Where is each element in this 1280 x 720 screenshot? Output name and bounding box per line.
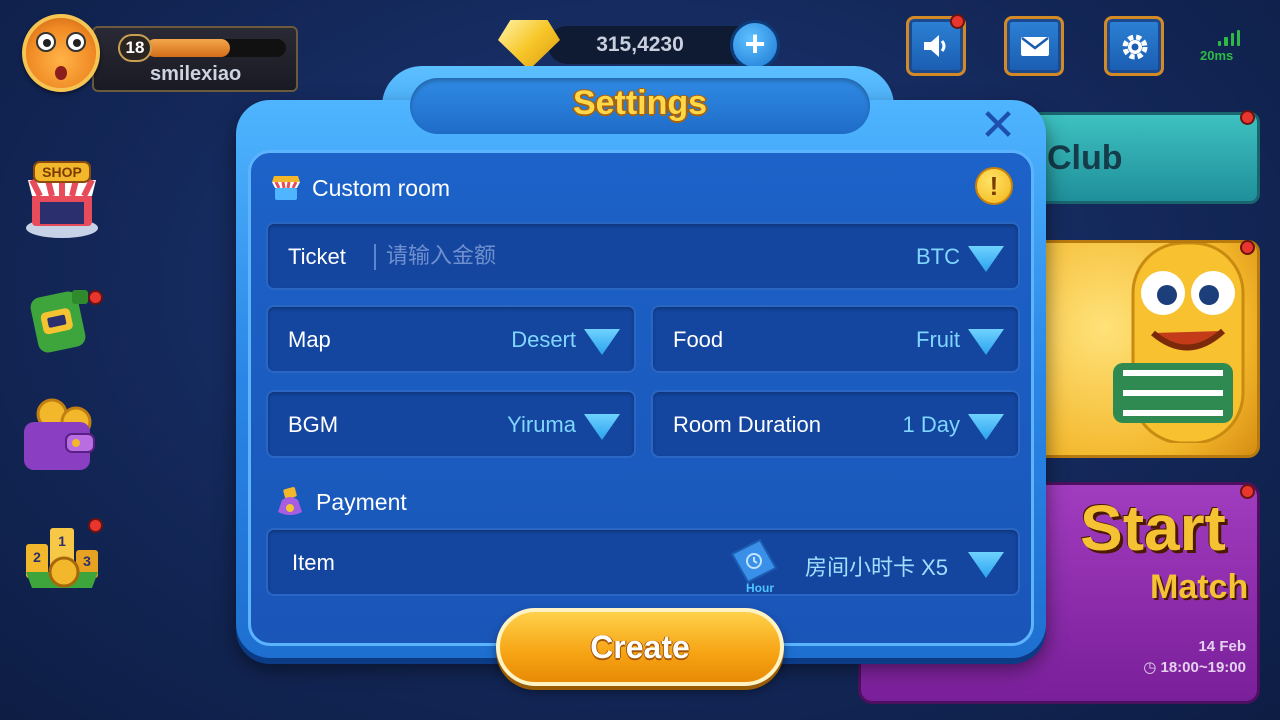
start-match-notification-dot: [1240, 484, 1255, 499]
mascot-icon: [1113, 243, 1245, 443]
chevron-down-icon[interactable]: [968, 246, 1004, 272]
map-value: Desert: [511, 327, 576, 352]
signal-bars-icon: [1218, 30, 1240, 46]
shop-sign-text: SHOP: [42, 164, 82, 180]
gem-icon: [498, 20, 560, 70]
chevron-down-icon[interactable]: [968, 414, 1004, 440]
exclamation-icon: !: [989, 171, 999, 201]
room-duration-value: 1 Day: [902, 412, 960, 437]
svg-text:2: 2: [33, 549, 41, 565]
speaker-icon: [924, 35, 946, 57]
payment-label: Payment: [316, 488, 407, 515]
shop-button[interactable]: SHOP: [22, 160, 102, 240]
shop-icon: SHOP: [26, 161, 98, 238]
bgm-row[interactable]: BGM Yiruma: [266, 390, 636, 458]
svg-text:1: 1: [58, 533, 66, 549]
wallet-icon: [24, 398, 95, 470]
start-match-title-line1: Start: [1080, 492, 1226, 564]
wallet-button[interactable]: [22, 396, 102, 476]
ticket-label: Ticket: [288, 244, 346, 269]
chevron-down-icon[interactable]: [968, 329, 1004, 355]
chevron-down-icon[interactable]: [584, 329, 620, 355]
settings-button[interactable]: [1104, 16, 1164, 76]
start-match-title-line2: Match: [1150, 568, 1249, 606]
food-value: Fruit: [916, 327, 960, 352]
avatar-eye-right: [66, 32, 86, 52]
close-button[interactable]: ✕: [978, 104, 1018, 148]
hour-ticket-icon: Hour: [730, 538, 778, 594]
avatar-mouth: [55, 66, 67, 80]
gem-amount: 315,4230: [596, 33, 684, 56]
item-row[interactable]: Item Hour 房间小时卡 X5: [266, 528, 1020, 596]
level-badge: 18: [118, 34, 152, 62]
chevron-down-icon[interactable]: [584, 414, 620, 440]
ticket-divider: [374, 244, 376, 270]
custom-room-heading: Custom room: [270, 172, 450, 204]
create-button[interactable]: Create: [496, 608, 784, 686]
club-notification-dot: [1240, 110, 1255, 125]
club-card-title: Club: [1047, 139, 1123, 177]
coin-bag-icon: [278, 487, 302, 515]
food-label: Food: [673, 327, 724, 352]
ticket-row: Ticket BTC: [266, 222, 1020, 290]
svg-text:3: 3: [83, 553, 91, 569]
sound-notification-dot: [950, 14, 965, 29]
start-match-time-value: 18:00~19:00: [1160, 659, 1247, 676]
avatar-eye-left: [36, 32, 56, 52]
room-duration-label: Room Duration: [673, 412, 821, 437]
player-avatar[interactable]: [22, 14, 100, 92]
item-label: Item: [292, 550, 335, 575]
gear-icon: [1122, 34, 1148, 60]
custom-room-label: Custom room: [312, 174, 451, 201]
ping-value: 20ms: [1200, 48, 1234, 63]
ticket-currency-value[interactable]: BTC: [916, 244, 960, 270]
bgm-value: Yiruma: [507, 412, 576, 437]
food-row[interactable]: Food Fruit: [651, 305, 1020, 373]
dialog-title: Settings: [572, 84, 708, 122]
add-gems-button[interactable]: +: [730, 20, 780, 70]
clock-icon: ◷: [1143, 659, 1157, 676]
item-value: 房间小时卡 X5: [804, 555, 948, 580]
room-duration-row[interactable]: Room Duration 1 Day: [651, 390, 1020, 458]
event-notification-dot: [1240, 240, 1255, 255]
start-match-time: ◷ 18:00~19:00: [1110, 658, 1246, 676]
chevron-down-icon[interactable]: [968, 552, 1004, 578]
info-button[interactable]: !: [975, 167, 1013, 205]
network-signal: 20ms: [1200, 30, 1240, 63]
shop-stall-icon: [272, 176, 300, 200]
mail-icon: [1021, 37, 1049, 56]
hour-caption: Hour: [746, 581, 774, 594]
ranking-notification-dot: [88, 518, 103, 533]
start-match-date: 14 Feb: [1198, 638, 1246, 655]
bgm-label: BGM: [288, 412, 339, 437]
ticket-amount-input[interactable]: [386, 238, 786, 274]
player-username: smilexiao: [150, 63, 242, 85]
backpack-notification-dot: [88, 290, 103, 305]
map-label: Map: [288, 327, 331, 352]
payment-heading: Payment: [274, 486, 407, 518]
close-icon: ✕: [979, 101, 1017, 150]
xp-bar-fill: [146, 39, 230, 57]
map-row[interactable]: Map Desert: [266, 305, 636, 373]
mail-button[interactable]: [1004, 16, 1064, 76]
